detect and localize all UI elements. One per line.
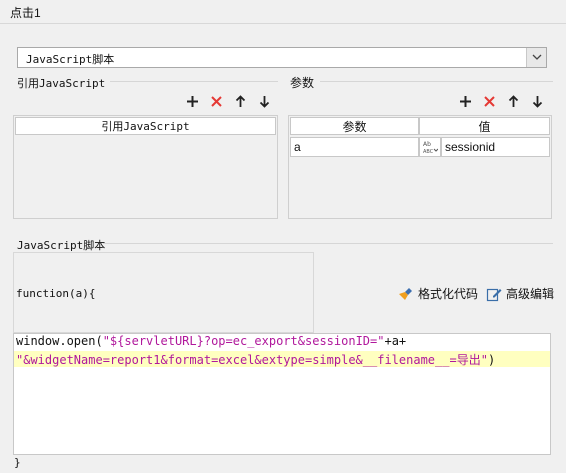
arrow-up-icon xyxy=(508,94,518,107)
script-code-editor[interactable]: window.open("${servletURL}?op=ec_export&… xyxy=(13,333,551,455)
svg-text:Ab: Ab xyxy=(423,141,431,148)
ref-move-down-button[interactable] xyxy=(254,92,274,110)
format-code-label: 格式化代码 xyxy=(418,287,479,301)
param-value: sessionid xyxy=(445,140,496,154)
ref-js-column-header: 引用JavaScript xyxy=(15,117,276,135)
advanced-edit-label: 高级编辑 xyxy=(506,287,555,301)
param-name: a xyxy=(294,140,301,154)
close-icon xyxy=(483,95,495,107)
broom-icon xyxy=(399,287,412,300)
formula-editor-button[interactable]: Ab ABC xyxy=(419,137,441,157)
script-separator xyxy=(103,243,553,244)
plus-icon xyxy=(459,95,471,107)
code-line-1: window.open("${servletURL}?op=ec_export&… xyxy=(16,334,407,348)
params-separator xyxy=(320,81,553,82)
arrow-up-icon xyxy=(235,94,245,107)
ref-js-section-label: 引用JavaScript xyxy=(17,77,106,90)
param-row-name-cell[interactable]: a xyxy=(290,137,419,157)
dialog-title: 点击1 xyxy=(10,6,41,20)
close-icon xyxy=(210,95,222,107)
function-signature: function(a){ xyxy=(16,287,96,300)
param-delete-button[interactable] xyxy=(479,92,499,110)
params-column-header-value: 值 xyxy=(419,117,550,135)
param-move-down-button[interactable] xyxy=(527,92,547,110)
params-toolbar xyxy=(455,92,547,110)
dialog-header: 点击1 xyxy=(0,0,566,24)
arrow-down-icon xyxy=(259,95,269,108)
script-type-value: JavaScript脚本 xyxy=(26,53,115,66)
script-actions: 格式化代码 高级编辑 xyxy=(398,285,554,302)
select-dropdown-button[interactable] xyxy=(526,48,546,67)
chevron-down-icon xyxy=(532,54,542,60)
svg-text:ABC: ABC xyxy=(423,149,434,154)
ref-delete-button[interactable] xyxy=(206,92,226,110)
function-signature-area: function(a){ xyxy=(13,252,314,333)
plus-icon xyxy=(186,95,198,107)
ref-js-separator xyxy=(110,81,278,82)
param-row-value-cell[interactable]: sessionid xyxy=(441,137,550,157)
code-line-2: "&widgetName=report1&format=excel&extype… xyxy=(16,353,496,367)
params-table[interactable]: 参数 值 a Ab ABC sessionid xyxy=(288,115,552,219)
ref-js-table[interactable]: 引用JavaScript xyxy=(13,115,278,219)
formula-icon: Ab ABC xyxy=(423,141,438,154)
param-move-up-button[interactable] xyxy=(503,92,523,110)
params-section-label: 参数 xyxy=(290,76,315,90)
ref-add-button[interactable] xyxy=(182,92,202,110)
edit-icon xyxy=(486,288,502,301)
param-add-button[interactable] xyxy=(455,92,475,110)
format-code-button[interactable]: 格式化代码 xyxy=(398,285,478,302)
ref-move-up-button[interactable] xyxy=(230,92,250,110)
closing-brace: } xyxy=(14,456,21,469)
ref-js-toolbar xyxy=(182,92,274,110)
arrow-down-icon xyxy=(532,95,542,108)
script-type-select[interactable]: JavaScript脚本 xyxy=(17,47,547,68)
params-column-header-name: 参数 xyxy=(290,117,419,135)
advanced-edit-button[interactable]: 高级编辑 xyxy=(486,285,554,302)
script-section-label: JavaScript脚本 xyxy=(17,239,106,252)
